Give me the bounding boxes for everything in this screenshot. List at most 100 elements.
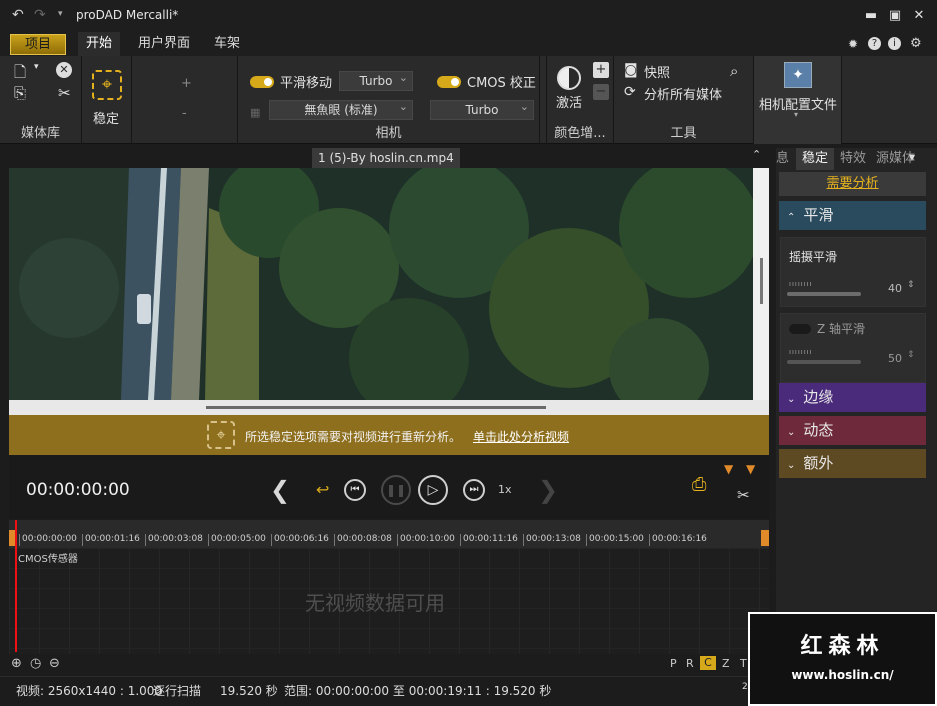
out-point-handle[interactable]: [761, 530, 769, 546]
need-analysis-button[interactable]: 需要分析: [779, 172, 926, 196]
minimize-button[interactable]: ▬: [860, 6, 882, 26]
cmos-dropdown[interactable]: Turbo: [430, 98, 534, 120]
mode-z[interactable]: Z: [722, 657, 730, 670]
playhead[interactable]: [15, 520, 17, 652]
edge-section[interactable]: ⌄ 边缘: [779, 383, 926, 412]
smooth-section[interactable]: ⌃ 平滑: [779, 201, 926, 230]
mode-c[interactable]: C: [700, 656, 716, 670]
cmos-toggle[interactable]: [437, 76, 461, 88]
clock-icon[interactable]: ◷: [30, 656, 41, 671]
tick: 00:00:13:08: [523, 534, 581, 546]
title-bar: ↶ ↷ ▾ proDAD Mercalli* ▬ ▣ ✕: [0, 0, 937, 32]
quick-access-dropdown-icon[interactable]: ▾: [58, 9, 63, 19]
collapse-up-icon[interactable]: ⌃: [752, 148, 761, 161]
minus-label[interactable]: -: [182, 106, 187, 121]
analyze-all-label[interactable]: 分析所有媒体: [644, 84, 722, 103]
chevron-down-icon[interactable]: ▾: [794, 110, 798, 119]
tab-info[interactable]: 息: [776, 148, 789, 170]
dynamic-section[interactable]: ⌄ 动态: [779, 416, 926, 445]
loop-icon[interactable]: ↩: [316, 480, 329, 499]
tick: 00:00:11:16: [460, 534, 518, 546]
cut-icon[interactable]: ✂: [58, 84, 71, 102]
maximize-button[interactable]: ▣: [884, 6, 906, 26]
menu-user-interface[interactable]: 用户界面: [130, 32, 198, 56]
mode-r[interactable]: R: [686, 657, 694, 670]
pan-smooth-slider[interactable]: [787, 292, 861, 296]
color-enhance-icon[interactable]: [557, 66, 581, 90]
extra-section[interactable]: ⌄ 额外: [779, 449, 926, 478]
plus-label[interactable]: +: [181, 76, 192, 91]
spinner-icon[interactable]: ⇕: [907, 280, 915, 290]
zoom-out-icon[interactable]: ⊖: [49, 656, 60, 671]
new-dropdown-icon[interactable]: ▾: [34, 62, 39, 72]
refresh-icon[interactable]: ⟳: [624, 84, 636, 100]
track-label: CMOS传感器: [18, 554, 78, 565]
status-scan: 逐行扫描: [153, 684, 202, 698]
info-icon[interactable]: i: [888, 37, 901, 50]
fisheye-dropdown[interactable]: 無魚眼 (标准): [269, 98, 413, 120]
cut-scissors-icon[interactable]: ✂: [737, 486, 750, 504]
z-smooth-toggle[interactable]: [789, 324, 811, 334]
timeline-ruler[interactable]: 00:00:00:00 00:00:01:16 00:00:03:08 00:0…: [9, 520, 769, 548]
undo-icon[interactable]: ↶: [12, 7, 24, 23]
ribbon: 🗋 ▾ ⎘ ✕ ✂ 媒体库 ⌖ 稳定 + - 平滑移动 Turbo ▦ 無魚眼 …: [0, 56, 937, 144]
z-smooth-slider[interactable]: [787, 360, 861, 364]
help-icon[interactable]: ?: [868, 37, 881, 50]
menu-start[interactable]: 开始: [78, 32, 121, 56]
import-file-icon[interactable]: ⎘: [14, 84, 26, 102]
camera-profile-icon[interactable]: ✦: [784, 62, 812, 88]
go-start-button[interactable]: ⏮: [344, 479, 366, 501]
tab-stabilize[interactable]: 稳定: [796, 148, 835, 170]
camera-snapshot-icon[interactable]: ◙: [624, 62, 638, 78]
stabilize-icon[interactable]: ⌖: [92, 70, 122, 100]
z-smooth-control: Z 轴平滑 ıııııııı 50 ⇕: [780, 313, 926, 383]
group-camera: 平滑移动 Turbo ▦ 無魚眼 (标准) CMOS 校正 Turbo 相机: [238, 56, 540, 144]
close-button[interactable]: ✕: [908, 6, 930, 26]
marker-left-icon[interactable]: ▼: [724, 462, 733, 476]
snapshot-label[interactable]: 快照: [644, 62, 670, 81]
next-frame-icon[interactable]: ❯: [538, 476, 558, 504]
status-duration: 19.520 秒: [220, 684, 278, 698]
preview-vscroll-thumb[interactable]: [760, 258, 763, 304]
tips-icon[interactable]: ✹: [848, 37, 858, 51]
expand-icon: ⌄: [787, 460, 796, 471]
pan-smooth-value[interactable]: 40: [888, 282, 902, 295]
go-end-button[interactable]: ⏭: [463, 479, 485, 501]
analyze-video-link[interactable]: 单击此处分析视频: [473, 428, 569, 445]
magnifier-icon[interactable]: ⌕: [730, 62, 738, 80]
menu-rack[interactable]: 车架: [206, 32, 248, 56]
mode-t[interactable]: T: [740, 657, 747, 670]
panel-menu-icon[interactable]: ▾: [909, 150, 915, 164]
marker-right-icon[interactable]: ▼: [746, 462, 755, 476]
remove-icon[interactable]: ✕: [56, 62, 72, 78]
spinner-icon[interactable]: ⇕: [907, 350, 915, 360]
video-preview[interactable]: [9, 168, 753, 400]
stabilize-label[interactable]: 稳定: [93, 108, 119, 127]
group-camera-profile: ✦ 相机配置文件 ▾: [754, 56, 842, 144]
export-icon[interactable]: ⎙: [692, 474, 706, 495]
add-icon[interactable]: +: [593, 62, 609, 78]
preview-hscroll-thumb[interactable]: [206, 406, 546, 409]
pause-button[interactable]: ❚❚: [381, 475, 411, 505]
redo-icon[interactable]: ↷: [34, 7, 46, 23]
play-button[interactable]: ▷: [418, 475, 448, 505]
z-smooth-value[interactable]: 50: [888, 352, 902, 365]
smooth-move-label: 平滑移动: [280, 76, 333, 91]
subtract-icon[interactable]: −: [593, 84, 609, 100]
speed-label[interactable]: 1x: [498, 483, 512, 496]
prev-frame-icon[interactable]: ❮: [270, 476, 290, 504]
mode-p[interactable]: P: [670, 657, 677, 670]
menu-project[interactable]: 项目: [10, 34, 67, 55]
expand-icon: ⌄: [787, 427, 796, 438]
activate-label[interactable]: 激活: [556, 92, 582, 111]
zoom-in-icon[interactable]: ⊕: [11, 656, 22, 671]
file-tab[interactable]: 1 (5)-By hoslin.cn.mp4: [312, 148, 460, 168]
group-stabilize: ⌖ 稳定: [82, 56, 132, 144]
smooth-move-dropdown[interactable]: Turbo: [339, 69, 413, 91]
tick: 00:00:05:00: [208, 534, 266, 546]
tab-effects[interactable]: 特效: [840, 148, 866, 170]
watermark-url: www.hoslin.cn/: [791, 668, 894, 682]
z-smooth-label: Z 轴平滑: [817, 322, 866, 336]
smooth-move-toggle[interactable]: [250, 76, 274, 88]
settings-icon[interactable]: ⚙: [910, 36, 922, 51]
